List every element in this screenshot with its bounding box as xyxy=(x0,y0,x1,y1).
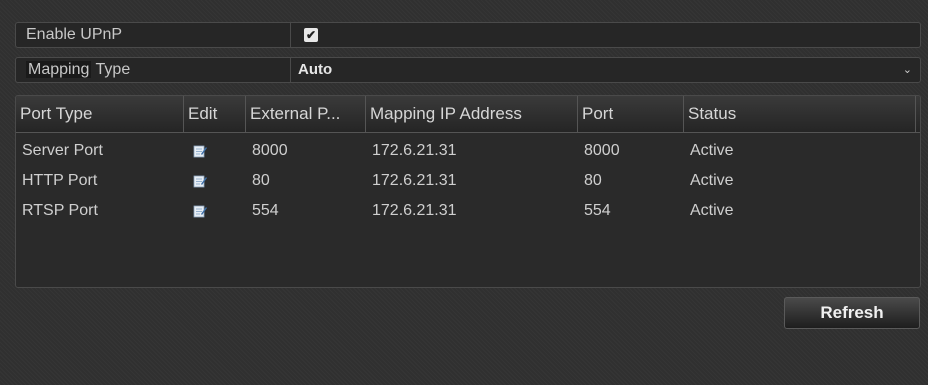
cell-mapping-ip: 172.6.21.31 xyxy=(372,172,457,189)
port-mapping-table: Port Type Edit External P... Mapping IP … xyxy=(15,95,921,288)
mapping-type-label-part1: Mapping xyxy=(26,61,92,78)
mapping-type-row: Mapping Type Auto ⌄ xyxy=(15,57,921,83)
cell-status: Active xyxy=(690,202,734,219)
table-header: Port Type Edit External P... Mapping IP … xyxy=(16,96,920,133)
network-upnp-panel: Enable UPnP ✔ Mapping Type Auto ⌄ Port T… xyxy=(0,0,928,385)
table-row[interactable]: Server Port 8000 172.6.21.31 8000 Active xyxy=(16,136,920,166)
cell-external-port: 554 xyxy=(252,202,279,219)
cell-mapping-ip: 172.6.21.31 xyxy=(372,202,457,219)
edit-icon[interactable] xyxy=(193,144,207,158)
table-row[interactable]: HTTP Port 80 172.6.21.31 80 Active xyxy=(16,166,920,196)
mapping-type-label: Mapping Type xyxy=(26,58,130,82)
header-external-port[interactable]: External P... xyxy=(246,96,366,132)
cell-port: 8000 xyxy=(584,142,620,159)
row-divider xyxy=(290,58,291,82)
cell-port: 80 xyxy=(584,172,602,189)
header-mapping-ip[interactable]: Mapping IP Address xyxy=(366,96,578,132)
cell-port-type: Server Port xyxy=(22,142,103,159)
cell-status: Active xyxy=(690,172,734,189)
enable-upnp-row: Enable UPnP ✔ xyxy=(15,22,921,48)
cell-port-type: HTTP Port xyxy=(22,172,98,189)
cell-port-type: RTSP Port xyxy=(22,202,98,219)
row-divider xyxy=(290,23,291,47)
edit-icon[interactable] xyxy=(193,204,207,218)
cell-external-port: 80 xyxy=(252,172,270,189)
header-edit[interactable]: Edit xyxy=(184,96,246,132)
mapping-type-label-part2: Type xyxy=(91,61,131,78)
chevron-down-icon[interactable]: ⌄ xyxy=(903,58,912,82)
refresh-button[interactable]: Refresh xyxy=(784,297,920,329)
enable-upnp-checkbox[interactable]: ✔ xyxy=(304,28,318,42)
header-port[interactable]: Port xyxy=(578,96,684,132)
header-port-type[interactable]: Port Type xyxy=(16,96,184,132)
header-status[interactable]: Status xyxy=(684,96,916,132)
edit-cell[interactable] xyxy=(193,196,223,226)
cell-external-port: 8000 xyxy=(252,142,288,159)
edit-icon[interactable] xyxy=(193,174,207,188)
cell-port: 554 xyxy=(584,202,611,219)
edit-cell[interactable] xyxy=(193,136,223,166)
edit-cell[interactable] xyxy=(193,166,223,196)
cell-status: Active xyxy=(690,142,734,159)
mapping-type-select[interactable]: Auto xyxy=(298,58,332,82)
enable-upnp-label: Enable UPnP xyxy=(26,26,123,43)
table-row[interactable]: RTSP Port 554 172.6.21.31 554 Active xyxy=(16,196,920,226)
cell-mapping-ip: 172.6.21.31 xyxy=(372,142,457,159)
